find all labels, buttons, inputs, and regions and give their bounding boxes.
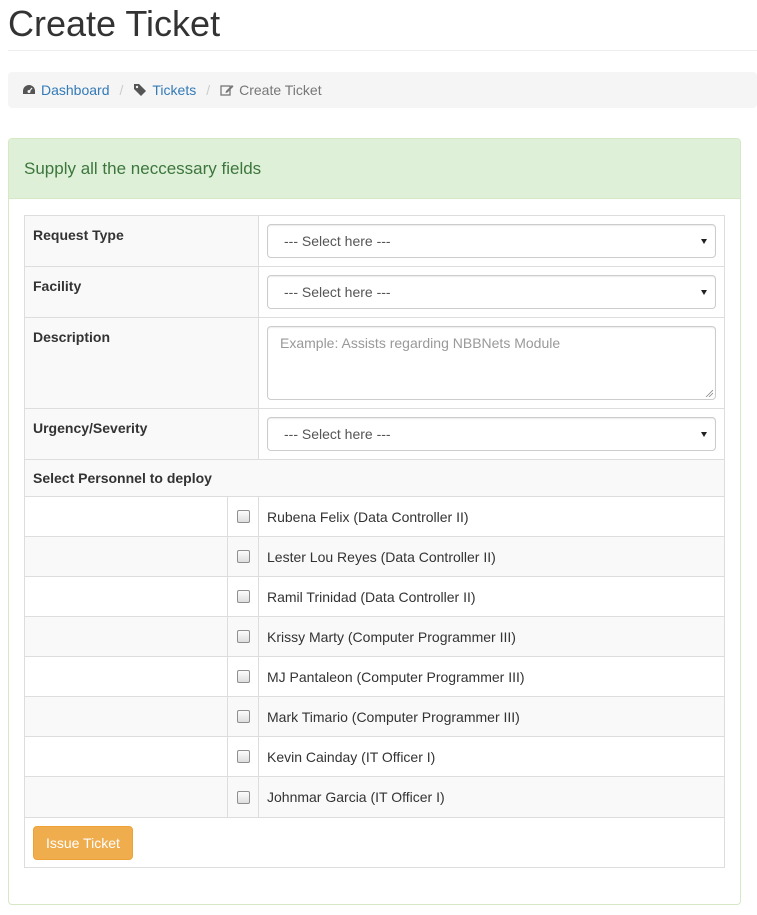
personnel-name: Kevin Cainday (IT Officer I) xyxy=(259,737,724,776)
facility-selected-value: --- Select here --- xyxy=(284,284,391,300)
issue-ticket-button[interactable]: Issue Ticket xyxy=(33,826,133,860)
breadcrumb-item-create-ticket: Create Ticket xyxy=(220,82,322,98)
personnel-checkbox[interactable] xyxy=(236,750,250,763)
chevron-down-icon xyxy=(701,289,707,295)
personnel-checkbox[interactable] xyxy=(236,670,250,683)
personnel-name: Rubena Felix (Data Controller II) xyxy=(259,497,724,536)
personnel-name: Lester Lou Reyes (Data Controller II) xyxy=(259,537,724,576)
request-type-select[interactable]: --- Select here --- xyxy=(267,224,716,258)
personnel-checkbox[interactable] xyxy=(236,790,250,804)
personnel-row: Mark Timario (Computer Programmer III) xyxy=(25,697,724,737)
form-row-request-type: Request Type --- Select here --- xyxy=(25,216,724,267)
personnel-name: Ramil Trinidad (Data Controller II) xyxy=(259,577,724,616)
personnel-checkbox[interactable] xyxy=(236,550,250,563)
tag-icon xyxy=(134,84,147,96)
personnel-name: Krissy Marty (Computer Programmer III) xyxy=(259,617,724,656)
personnel-checkbox[interactable] xyxy=(236,630,250,643)
personnel-row: Rubena Felix (Data Controller II) xyxy=(25,497,724,537)
form-row-description: Description Example: Assists regarding N… xyxy=(25,318,724,409)
personnel-row: MJ Pantaleon (Computer Programmer III) xyxy=(25,657,724,697)
form-row-urgency: Urgency/Severity --- Select here --- xyxy=(25,409,724,460)
personnel-checkbox[interactable] xyxy=(236,590,250,603)
chevron-down-icon xyxy=(701,238,707,244)
page-title: Create Ticket xyxy=(8,3,221,44)
breadcrumb: Dashboard / Tickets / Create Ticket xyxy=(8,72,757,108)
breadcrumb-current: Create Ticket xyxy=(239,82,322,98)
breadcrumb-link-tickets[interactable]: Tickets xyxy=(152,82,196,98)
facility-select[interactable]: --- Select here --- xyxy=(267,275,716,309)
urgency-label: Urgency/Severity xyxy=(25,409,259,459)
description-placeholder: Example: Assists regarding NBBNets Modul… xyxy=(280,335,561,351)
personnel-row: Ramil Trinidad (Data Controller II) xyxy=(25,577,724,617)
personnel-header: Select Personnel to deploy xyxy=(25,460,724,497)
personnel-name: MJ Pantaleon (Computer Programmer III) xyxy=(259,657,724,696)
breadcrumb-separator: / xyxy=(119,82,124,98)
edit-icon xyxy=(220,85,234,96)
form-row-facility: Facility --- Select here --- xyxy=(25,267,724,318)
request-type-selected-value: --- Select here --- xyxy=(284,233,391,249)
personnel-name: Johnmar Garcia (IT Officer I) xyxy=(259,777,724,817)
personnel-row: Kevin Cainday (IT Officer I) xyxy=(25,737,724,777)
panel-heading: Supply all the neccessary fields xyxy=(9,139,740,199)
personnel-name: Mark Timario (Computer Programmer III) xyxy=(259,697,724,736)
urgency-select[interactable]: --- Select here --- xyxy=(267,417,716,451)
form-actions: Issue Ticket xyxy=(25,817,724,867)
personnel-list: Rubena Felix (Data Controller II) Lester… xyxy=(25,497,724,817)
dashboard-icon xyxy=(23,85,35,94)
description-textarea[interactable]: Example: Assists regarding NBBNets Modul… xyxy=(267,326,716,400)
chevron-down-icon xyxy=(701,431,707,437)
breadcrumb-separator: / xyxy=(206,82,211,98)
personnel-checkbox[interactable] xyxy=(236,710,250,723)
title-divider xyxy=(8,50,757,51)
create-ticket-panel: Supply all the neccessary fields Request… xyxy=(8,138,741,905)
personnel-row: Krissy Marty (Computer Programmer III) xyxy=(25,617,724,657)
breadcrumb-item-dashboard[interactable]: Dashboard xyxy=(22,82,110,98)
ticket-form-table: Request Type --- Select here --- Facilit… xyxy=(24,215,725,868)
resize-handle-icon[interactable] xyxy=(705,389,713,397)
facility-label: Facility xyxy=(25,267,259,317)
breadcrumb-link-dashboard[interactable]: Dashboard xyxy=(41,82,110,98)
personnel-row: Lester Lou Reyes (Data Controller II) xyxy=(25,537,724,577)
personnel-checkbox[interactable] xyxy=(236,510,250,523)
urgency-selected-value: --- Select here --- xyxy=(284,426,391,442)
personnel-row: Johnmar Garcia (IT Officer I) xyxy=(25,777,724,817)
breadcrumb-item-tickets[interactable]: Tickets xyxy=(133,82,196,98)
description-label: Description xyxy=(25,318,259,408)
request-type-label: Request Type xyxy=(25,216,259,266)
